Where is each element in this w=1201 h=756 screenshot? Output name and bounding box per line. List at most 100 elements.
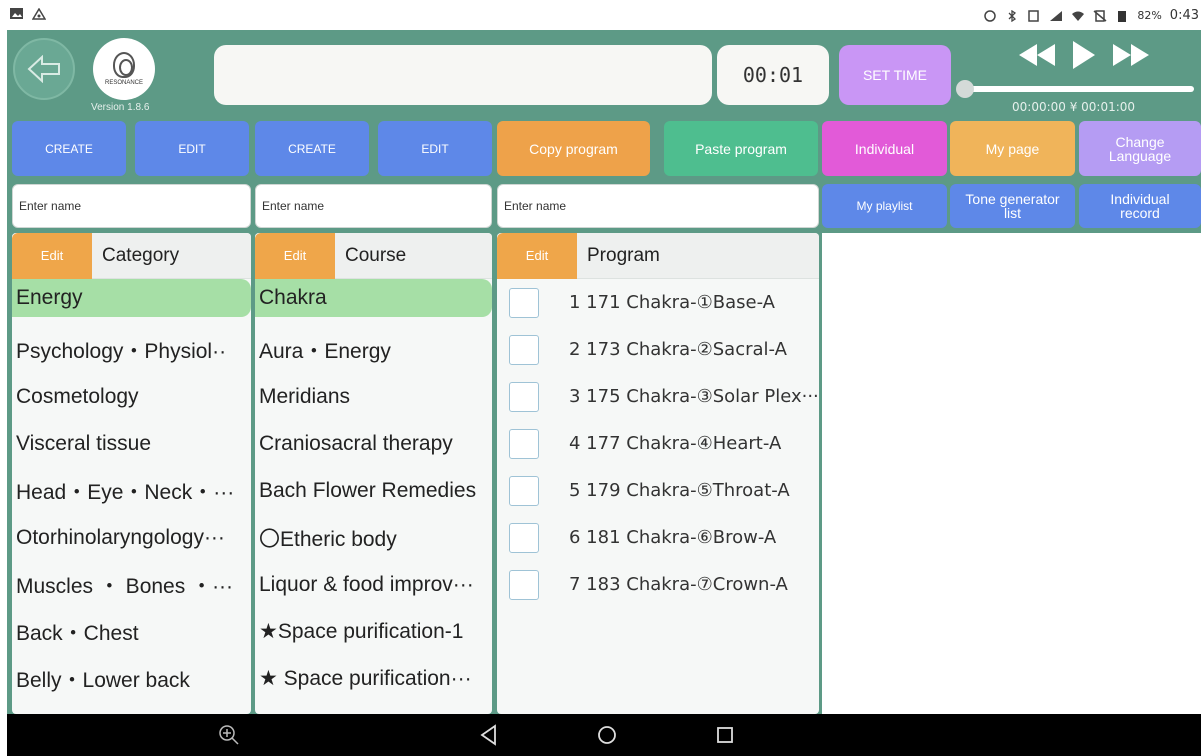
time-range-label: 00:00:00 ¥ 00:01:00 [1012,100,1136,114]
create-course-button[interactable]: CREATE [255,121,369,176]
nav-home-icon[interactable] [596,724,618,746]
set-time-button[interactable]: SET TIME [839,45,951,105]
course-item[interactable]: Craniosacral therapy [255,420,492,467]
program-title: Program [587,244,660,266]
category-item[interactable]: Belly・Lower back [12,655,251,702]
course-item[interactable]: Chakra [255,279,492,317]
battery-percent: 82% [1137,9,1162,22]
wifi-icon [1072,11,1085,21]
change-language-line2: Language [1108,147,1172,164]
warning-icon [32,8,46,20]
course-name-input[interactable] [255,184,492,228]
course-item[interactable]: Aura・Energy [255,326,492,373]
program-panel: Edit Program 1 171 Chakra-①Base-A 2 173 … [497,233,819,714]
tone-generator-list-button[interactable]: Tone generator list [950,184,1075,228]
nav-back-icon[interactable] [479,724,499,746]
change-language-button[interactable]: Change Language [1079,121,1201,176]
category-item[interactable]: Back・Chest [12,608,251,655]
course-title: Course [345,244,407,266]
copy-program-button[interactable]: Copy program [497,121,650,176]
category-header: Edit Category [12,233,251,279]
program-edit-button[interactable]: Edit [497,233,577,279]
individual-record-line2: record [1120,205,1160,221]
program-item[interactable]: 4 177 Chakra-④Heart-A [497,420,819,467]
category-edit-button[interactable]: Edit [12,233,92,279]
program-checkbox[interactable] [509,475,539,506]
course-item[interactable]: ★ Space purification··· [255,655,492,702]
program-checkbox[interactable] [509,334,539,365]
tone-generator-line1: Tone generator [965,191,1060,207]
course-item[interactable]: ★Space purification-1 [255,608,492,655]
category-item[interactable]: Head・Eye・Neck・··· [12,467,251,514]
nfc-icon [1028,9,1040,22]
program-label: 3 175 Chakra-③Solar Plex··· [569,386,819,407]
timer-display: 00:01 [717,45,829,105]
app-logo: RESONANCE [93,38,155,100]
category-item[interactable]: Energy [12,279,251,317]
category-title: Category [102,244,180,266]
program-label: 1 171 Chakra-①Base-A [569,292,775,313]
play-icon[interactable] [1071,40,1097,70]
my-page-button[interactable]: My page [950,121,1075,176]
my-playlist-button[interactable]: My playlist [822,184,947,228]
category-item[interactable]: Muscles ・ Bones ・··· [12,561,251,608]
data-saver-icon [984,9,997,22]
category-item[interactable]: Visceral tissue [12,420,251,467]
create-category-button[interactable]: CREATE [12,121,126,176]
category-item[interactable]: Psychology・Physiol·· [12,326,251,373]
course-item[interactable]: Bach Flower Remedies [255,467,492,514]
program-title-display [214,45,712,105]
individual-record-line1: Individual [1110,191,1170,207]
change-language-line1: Change [1115,133,1165,150]
edit-course-button[interactable]: EDIT [378,121,492,176]
rewind-icon[interactable] [1017,42,1057,68]
image-icon [10,8,23,19]
category-item[interactable]: Otorhinolaryngology··· [12,514,251,561]
system-nav-bar [7,714,1201,756]
transport-controls [1017,40,1151,70]
program-name-input[interactable] [497,184,819,228]
clock: 0:43 [1169,8,1199,23]
program-checkbox[interactable] [509,522,539,553]
nav-recents-icon[interactable] [714,724,736,746]
program-label: 2 173 Chakra-②Sacral-A [569,339,787,360]
program-label: 4 177 Chakra-④Heart-A [569,433,782,454]
program-item[interactable]: 1 171 Chakra-①Base-A [497,279,819,326]
course-item[interactable]: Liquor & food improv··· [255,561,492,608]
program-item[interactable]: 7 183 Chakra-⑦Crown-A [497,561,819,608]
slider-knob[interactable] [956,80,974,98]
fast-forward-icon[interactable] [1111,42,1151,68]
version-label: Version 1.8.6 [91,102,150,113]
program-checkbox[interactable] [509,569,539,600]
program-checkbox[interactable] [509,428,539,459]
tone-generator-line2: list [1003,205,1022,221]
course-edit-button[interactable]: Edit [255,233,335,279]
course-item[interactable]: Meridians [255,373,492,420]
individual-button[interactable]: Individual [822,121,947,176]
status-bar: 82% 0:43 [0,0,1201,30]
no-sim-icon [1093,9,1107,22]
category-name-input[interactable] [12,184,251,228]
slider-track [962,86,1194,92]
category-panel: Edit Category Energy Psychology・Physiol·… [12,233,251,714]
individual-record-button[interactable]: Individual record [1079,184,1201,228]
course-header: Edit Course [255,233,492,279]
program-item[interactable]: 6 181 Chakra-⑥Brow-A [497,514,819,561]
progress-slider[interactable] [956,80,1194,98]
zoom-in-icon[interactable] [218,724,240,746]
category-item[interactable]: Cosmetology [12,373,251,420]
program-checkbox[interactable] [509,381,539,412]
course-item[interactable]: 〇Etheric body [255,514,492,561]
logo-text: RESONANCE [104,80,143,86]
course-panel: Edit Course Chakra Aura・Energy Meridians… [255,233,492,714]
program-checkbox[interactable] [509,287,539,318]
program-label: 6 181 Chakra-⑥Brow-A [569,527,777,548]
program-item[interactable]: 5 179 Chakra-⑤Throat-A [497,467,819,514]
back-button[interactable] [13,38,75,100]
resonance-logo-icon [113,52,135,78]
program-item[interactable]: 2 173 Chakra-②Sacral-A [497,326,819,373]
program-label: 7 183 Chakra-⑦Crown-A [569,574,788,595]
edit-category-button[interactable]: EDIT [135,121,249,176]
program-item[interactable]: 3 175 Chakra-③Solar Plex··· [497,373,819,420]
paste-program-button[interactable]: Paste program [664,121,818,176]
